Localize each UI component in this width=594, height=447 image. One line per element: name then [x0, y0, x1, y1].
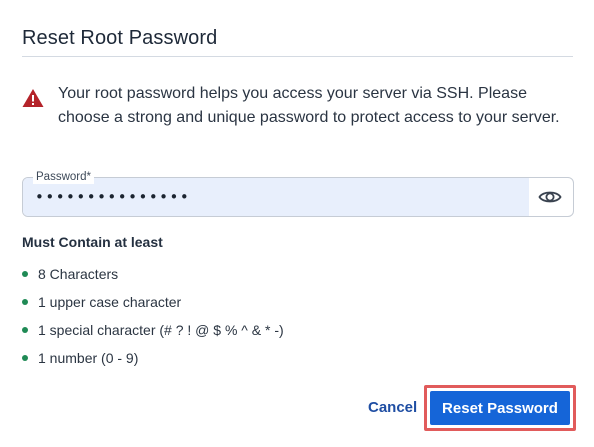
reset-button-highlight: Reset Password [424, 385, 576, 431]
requirement-text: 1 upper case character [38, 294, 182, 310]
list-item: 1 special character (# ? ! @ $ % ^ & * -… [22, 316, 284, 344]
eye-icon[interactable] [538, 187, 562, 207]
bullet-icon [22, 355, 28, 361]
bullet-icon [22, 327, 28, 333]
password-input[interactable] [35, 186, 515, 208]
reset-root-password-dialog: Reset Root Password Your root password h… [0, 0, 594, 447]
warning-message: Your root password helps you access your… [22, 82, 574, 130]
required-marker: * [86, 171, 91, 183]
requirement-text: 1 special character (# ? ! @ $ % ^ & * -… [38, 322, 284, 338]
password-field: Password* [22, 170, 574, 217]
password-label-text: Password [36, 171, 87, 183]
list-item: 8 Characters [22, 260, 284, 288]
title-divider [22, 56, 573, 57]
list-item: 1 number (0 - 9) [22, 344, 284, 372]
requirement-text: 1 number (0 - 9) [38, 350, 139, 366]
cancel-button[interactable]: Cancel [360, 396, 425, 418]
dialog-title: Reset Root Password [22, 27, 218, 49]
reset-password-button[interactable]: Reset Password [430, 391, 570, 425]
requirement-text: 8 Characters [38, 266, 119, 282]
warning-triangle-icon [22, 89, 44, 107]
requirements-list: 8 Characters 1 upper case character 1 sp… [22, 260, 284, 372]
list-item: 1 upper case character [22, 288, 284, 316]
bullet-icon [22, 271, 28, 277]
requirements-title: Must Contain at least [22, 234, 163, 250]
warning-text: Your root password helps you access your… [58, 85, 560, 126]
password-label: Password* [33, 170, 94, 184]
bullet-icon [22, 299, 28, 305]
